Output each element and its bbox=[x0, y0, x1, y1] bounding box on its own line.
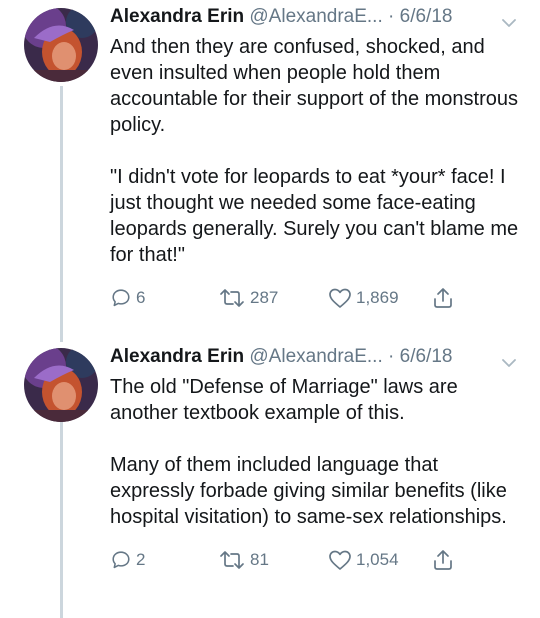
avatar[interactable] bbox=[24, 348, 98, 422]
thread-line bbox=[60, 420, 63, 618]
author-handle[interactable]: @AlexandraE... bbox=[249, 6, 382, 27]
author-name[interactable]: Alexandra Erin bbox=[110, 346, 244, 367]
tweet-paragraph: The old "Defense of Marriage" laws are a… bbox=[110, 376, 458, 424]
author-handle[interactable]: @AlexandraE... bbox=[249, 346, 382, 367]
share-button[interactable] bbox=[432, 282, 454, 314]
tweet-header: Alexandra Erin @AlexandraE... · 6/6/18 bbox=[110, 342, 528, 372]
share-icon bbox=[434, 288, 452, 308]
chevron-down-icon[interactable] bbox=[500, 350, 518, 367]
separator: · bbox=[388, 6, 395, 27]
reply-icon bbox=[112, 289, 130, 307]
tweet-date[interactable]: 6/6/18 bbox=[400, 346, 453, 367]
retweet-button[interactable]: 81 bbox=[218, 544, 269, 576]
heart-icon bbox=[329, 288, 351, 308]
tweet-paragraph: "I didn't vote for leopards to eat *your… bbox=[110, 166, 519, 266]
tweet-paragraph: Many of them included language that expr… bbox=[110, 454, 507, 528]
retweet-count: 287 bbox=[250, 288, 279, 307]
thread-line bbox=[60, 86, 63, 342]
retweet-button[interactable]: 287 bbox=[218, 282, 278, 314]
tweet-header: Alexandra Erin @AlexandraE... · 6/6/18 bbox=[110, 2, 528, 32]
author-name[interactable]: Alexandra Erin bbox=[110, 6, 244, 27]
reply-button[interactable]: 2 bbox=[110, 544, 145, 576]
share-button[interactable] bbox=[432, 544, 454, 576]
tweet-actions: 2 81 1,054 bbox=[110, 544, 528, 576]
heart-icon bbox=[329, 550, 351, 570]
tweet-date[interactable]: 6/6/18 bbox=[400, 6, 453, 27]
avatar-image bbox=[24, 348, 98, 422]
reply-icon bbox=[112, 551, 130, 569]
tweet-content: Alexandra Erin @AlexandraE... · 6/6/18 A… bbox=[110, 2, 528, 314]
share-icon bbox=[434, 550, 452, 570]
avatar[interactable] bbox=[24, 8, 98, 82]
avatar-image bbox=[24, 8, 98, 82]
retweet-count: 81 bbox=[250, 550, 269, 569]
reply-count: 2 bbox=[136, 550, 146, 569]
tweet-actions: 6 287 1,869 bbox=[110, 282, 528, 314]
tweet-text: And then they are confused, shocked, and… bbox=[110, 34, 528, 268]
like-button[interactable]: 1,054 bbox=[328, 544, 399, 576]
separator: · bbox=[388, 346, 395, 367]
retweet-icon bbox=[220, 289, 244, 307]
reply-count: 6 bbox=[136, 288, 146, 307]
like-count: 1,054 bbox=[356, 550, 399, 569]
tweet-text: The old "Defense of Marriage" laws are a… bbox=[110, 374, 528, 530]
tweet-paragraph: And then they are confused, shocked, and… bbox=[110, 36, 519, 136]
tweet-content: Alexandra Erin @AlexandraE... · 6/6/18 T… bbox=[110, 342, 528, 576]
retweet-icon bbox=[220, 551, 244, 569]
reply-button[interactable]: 6 bbox=[110, 282, 145, 314]
like-count: 1,869 bbox=[356, 288, 399, 307]
like-button[interactable]: 1,869 bbox=[328, 282, 399, 314]
chevron-down-icon[interactable] bbox=[500, 10, 518, 27]
